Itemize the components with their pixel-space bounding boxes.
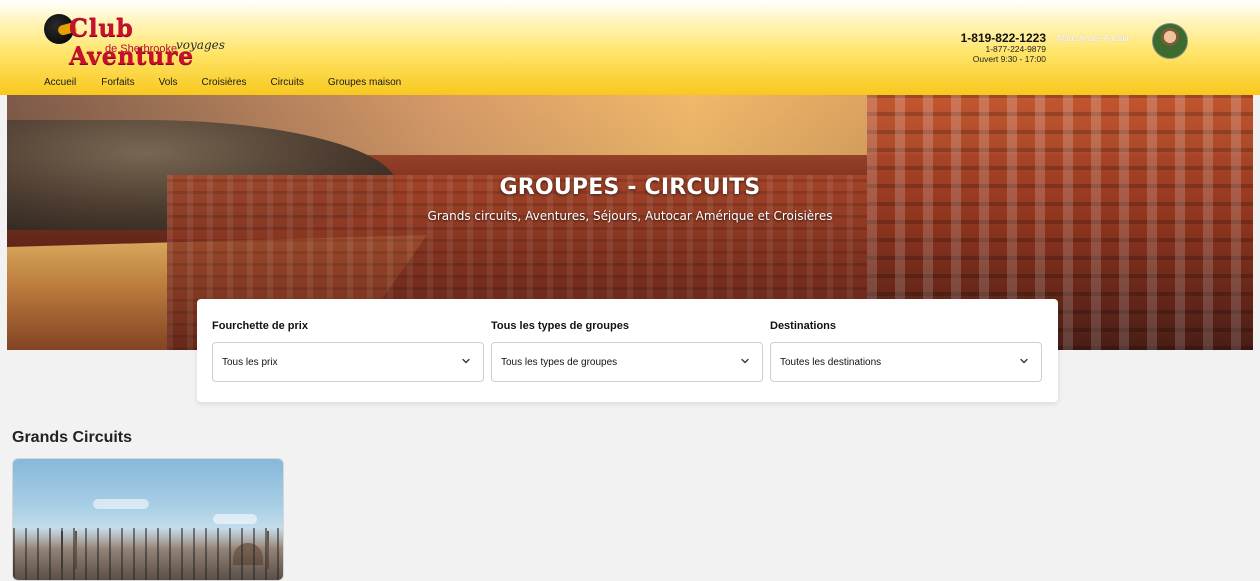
nav-circuits[interactable]: Circuits [271,77,304,89]
page-title: GROUPES - CIRCUITS [499,175,761,200]
select-value: Tous les types de groupes [501,357,618,368]
card-cloud [93,499,149,509]
section-title-grands-circuits: Grands Circuits [12,429,133,446]
brand-tagline: voyages [176,38,225,52]
filters-panel: Fourchette de prix Tous les prix Tous le… [197,299,1058,402]
nav-croisieres[interactable]: Croisières [202,77,247,89]
filter-label: Fourchette de prix [212,320,308,332]
nav-accueil[interactable]: Accueil [44,77,76,89]
filter-destinations: Destinations Toutes les destinations [770,319,1042,382]
contact-block: 1-819-822-1223 1-877-224-9879 Ouvert 9:3… [961,32,1046,64]
filter-group-type: Tous les types de groupes Tous les types… [491,319,763,382]
circuit-card[interactable] [12,458,284,581]
main-navigation: Accueil Forfaits Vols Croisières Circuit… [44,77,425,89]
group-type-select[interactable]: Tous les types de groupes [491,342,763,382]
destinations-select[interactable]: Toutes les destinations [770,342,1042,382]
club-aventure-logo[interactable]: Club Aventure de Sherbrooke voyages [44,14,254,70]
card-skyline [13,528,283,580]
filter-label: Tous les types de groupes [491,320,629,332]
opening-hours: Ouvert 9:30 - 17:00 [972,53,1046,64]
agent-name[interactable]: Marc-Andre Auclair [1057,33,1129,43]
chevron-down-icon [462,358,470,364]
card-cloud [213,514,257,524]
site-header: Club Aventure de Sherbrooke voyages Accu… [0,0,1260,95]
nav-vols[interactable]: Vols [159,77,178,89]
chevron-down-icon [741,358,749,364]
nav-groupes-maison[interactable]: Groupes maison [328,77,401,89]
chevron-down-icon [1020,358,1028,364]
filter-price-range: Fourchette de prix Tous les prix [212,319,484,382]
price-range-select[interactable]: Tous les prix [212,342,484,382]
nav-forfaits[interactable]: Forfaits [101,77,134,89]
filter-label: Destinations [770,320,837,332]
select-value: Tous les prix [222,357,278,368]
brand-subtitle: de Sherbrooke [105,43,178,55]
page-subtitle: Grands circuits, Aventures, Séjours, Aut… [427,209,833,223]
agent-avatar[interactable] [1152,23,1188,59]
select-value: Toutes les destinations [780,357,882,368]
